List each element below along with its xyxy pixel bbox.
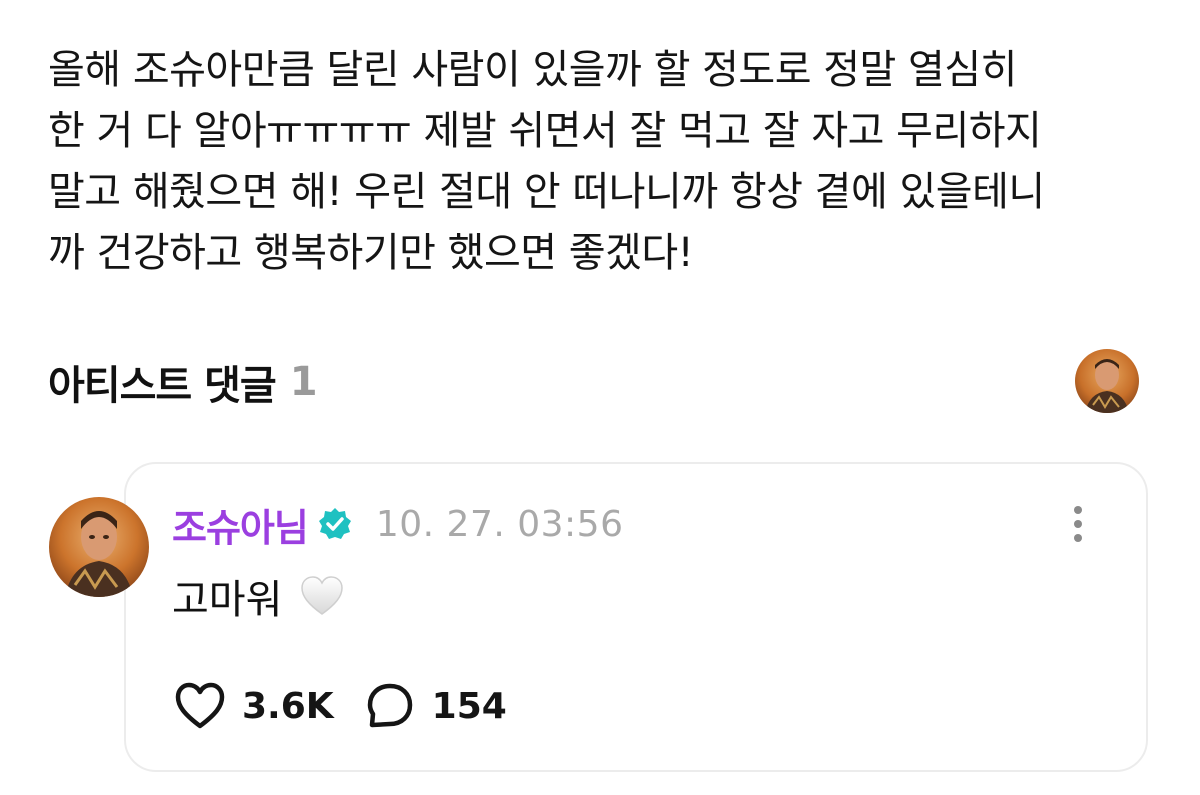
commenter-avatar[interactable] <box>49 497 149 597</box>
like-count: 3.6K <box>242 685 334 727</box>
more-vertical-icon <box>1074 506 1082 514</box>
reply-button[interactable]: 154 <box>362 678 507 734</box>
white-heart-icon <box>300 574 344 618</box>
comment-text: 고마워 <box>172 577 283 623</box>
speech-bubble-icon <box>362 678 418 734</box>
post-body-text: 올해 조슈아만큼 달린 사람이 있을까 할 정도로 정말 열심히 한 거 다 알… <box>48 47 1045 276</box>
more-options-button[interactable] <box>1062 500 1094 548</box>
artist-avatar-small[interactable] <box>1075 349 1139 413</box>
comment-actions: 3.6K 154 <box>172 676 507 736</box>
artist-comments-count: 1 <box>289 359 318 405</box>
artist-comments-title: 아티스트 댓글 <box>48 363 277 409</box>
reply-count: 154 <box>431 685 507 727</box>
like-button[interactable]: 3.6K <box>172 678 334 734</box>
verified-badge-icon <box>318 507 352 541</box>
comment-timestamp: 10. 27. 03:56 <box>375 503 624 545</box>
heart-outline-icon <box>172 678 228 734</box>
comment-body: 고마워 <box>172 566 344 626</box>
comment-header: 조슈아님 10. 27. 03:56 <box>172 497 623 551</box>
artist-comments-header: 아티스트 댓글 1 <box>48 352 318 412</box>
comment-author-name[interactable]: 조슈아님 <box>172 497 309 552</box>
